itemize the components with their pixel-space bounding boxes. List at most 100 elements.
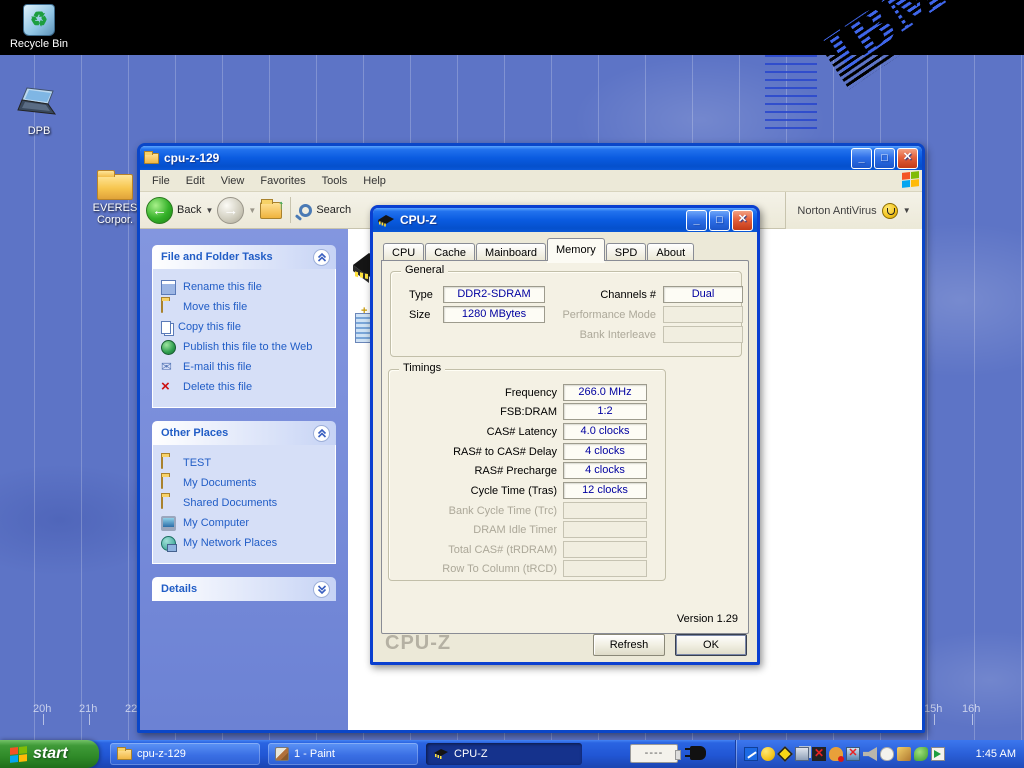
minimize-button[interactable]: _	[686, 210, 707, 231]
place-my-computer[interactable]: My Computer	[161, 513, 331, 533]
dram-idle-value	[563, 521, 647, 538]
chevron-up-icon[interactable]	[313, 425, 330, 442]
task-move-file[interactable]: Move this file	[161, 297, 331, 317]
network-computers-icon[interactable]	[795, 747, 809, 761]
publish-globe-icon	[161, 340, 176, 355]
task-copy-file[interactable]: Copy this file	[161, 317, 331, 337]
hour-tick	[43, 714, 44, 725]
size-value: 1280 MBytes	[443, 306, 545, 323]
back-dropdown-icon[interactable]: ▼	[205, 206, 213, 215]
users-alert-icon[interactable]	[829, 747, 843, 761]
speaker-icon[interactable]	[863, 747, 877, 761]
laptop-icon	[17, 86, 61, 120]
type-value: DDR2-SDRAM	[443, 286, 545, 303]
other-places-panel: Other Places TEST My Documents	[152, 421, 336, 564]
liveupdate-diamond-icon[interactable]	[777, 746, 793, 762]
search-label[interactable]: Search	[316, 204, 351, 216]
windows-logo-icon	[902, 171, 919, 188]
taskbar-clock[interactable]: 1:45 AM	[976, 740, 1016, 768]
taskbar-button-paint[interactable]: 1 - Paint	[268, 743, 418, 765]
file-tasks-panel: File and Folder Tasks Rename this file M…	[152, 245, 336, 408]
taskbar-button-label: 1 - Paint	[294, 748, 335, 760]
maximize-button[interactable]: □	[709, 210, 730, 231]
menu-file[interactable]: File	[144, 173, 178, 189]
chevron-down-icon[interactable]	[313, 581, 330, 598]
task-publish-file[interactable]: Publish this file to the Web	[161, 337, 331, 357]
cpuz-body: CPUCacheMainboardMemorySPDAbout General …	[373, 232, 757, 662]
rename-icon	[161, 280, 176, 295]
task-label: Copy this file	[178, 321, 241, 333]
details-panel: Details	[152, 577, 336, 601]
fsb-dram-label: FSB:DRAM	[389, 406, 557, 418]
place-test[interactable]: TEST	[161, 453, 331, 473]
messenger-zigzag-icon[interactable]	[744, 747, 758, 761]
close-button[interactable]: ✕	[897, 148, 918, 169]
place-shared-documents[interactable]: Shared Documents	[161, 493, 331, 513]
place-label: My Computer	[183, 517, 249, 529]
search-icon[interactable]	[299, 204, 312, 217]
taskbar-button-cpuz[interactable]: CPU-Z	[426, 743, 582, 765]
taskbar-button-explorer[interactable]: cpu-z-129	[110, 743, 260, 765]
muted-grid-icon[interactable]: ✕	[812, 747, 826, 761]
start-button[interactable]: start	[0, 740, 99, 768]
tab-memory[interactable]: Memory	[547, 238, 605, 261]
battery-status[interactable]: ----	[630, 744, 678, 763]
bank-interleave-label: Bank Interleave	[546, 329, 656, 341]
back-button[interactable]: ←	[146, 197, 173, 224]
menu-favorites[interactable]: Favorites	[252, 173, 313, 189]
file-tasks-header[interactable]: File and Folder Tasks	[152, 245, 336, 269]
task-rename-file[interactable]: Rename this file	[161, 277, 331, 297]
norton-toolbar[interactable]: Norton AntiVirus ▼	[785, 192, 922, 229]
power-plug-icon[interactable]	[690, 746, 706, 760]
bank-cycle-label: Bank Cycle Time (Trc)	[389, 505, 557, 517]
ok-button[interactable]: OK	[675, 634, 747, 656]
place-my-documents[interactable]: My Documents	[161, 473, 331, 493]
forward-dropdown-icon[interactable]: ▼	[248, 206, 256, 215]
network-places-icon	[161, 536, 176, 551]
hour-tick	[972, 714, 973, 725]
task-email-file[interactable]: ✉ E-mail this file	[161, 357, 331, 377]
maximize-button[interactable]: □	[874, 148, 895, 169]
explorer-titlebar[interactable]: cpu-z-129 _ □ ✕	[140, 146, 922, 170]
close-button[interactable]: ✕	[732, 210, 753, 231]
folder-icon	[161, 495, 163, 509]
menu-help[interactable]: Help	[355, 173, 394, 189]
back-label[interactable]: Back	[177, 204, 201, 216]
monitor-disconnected-icon[interactable]: ✕	[846, 747, 860, 761]
brush-icon[interactable]	[897, 747, 911, 761]
size-label: Size	[409, 309, 430, 321]
menu-view[interactable]: View	[213, 173, 253, 189]
forward-button[interactable]: →	[217, 197, 244, 224]
explorer-window-title: cpu-z-129	[164, 151, 849, 165]
bank-cycle-value	[563, 502, 647, 519]
menu-tools[interactable]: Tools	[314, 173, 356, 189]
place-label: Shared Documents	[183, 497, 277, 509]
refresh-button[interactable]: Refresh	[593, 634, 665, 656]
place-my-network[interactable]: My Network Places	[161, 533, 331, 553]
ras-precharge-label: RAS# Precharge	[389, 465, 557, 477]
desktop-icon-recycle-bin[interactable]: ♻ Recycle Bin	[6, 4, 72, 50]
folder-icon	[144, 153, 159, 164]
task-delete-file[interactable]: × Delete this file	[161, 377, 331, 397]
other-places-header[interactable]: Other Places	[152, 421, 336, 445]
row-to-column-label: Row To Column (tRCD)	[389, 563, 557, 575]
cpuz-titlebar[interactable]: CPU-Z _ □ ✕	[373, 208, 757, 232]
desktop-icon-dpb[interactable]: DPB	[6, 86, 72, 137]
up-folder-button[interactable]	[260, 202, 282, 219]
chevron-up-icon[interactable]	[313, 249, 330, 266]
cycle-time-value: 12 clocks	[563, 482, 647, 499]
cpuz-tabs: CPUCacheMainboardMemorySPDAbout	[383, 238, 695, 261]
ghost-icon[interactable]	[880, 747, 894, 761]
minimize-button[interactable]: _	[851, 148, 872, 169]
documents-folder-icon	[161, 475, 163, 489]
norton-dropdown-icon[interactable]: ▼	[903, 206, 911, 215]
task-label: Move this file	[183, 301, 247, 313]
recycle-bin-icon: ♻	[23, 4, 55, 36]
details-header[interactable]: Details	[152, 577, 336, 601]
taskbar-button-label: CPU-Z	[454, 748, 488, 760]
menu-edit[interactable]: Edit	[178, 173, 213, 189]
norton-icon[interactable]	[761, 747, 775, 761]
other-places-title: Other Places	[161, 427, 228, 439]
leaf-icon[interactable]	[914, 747, 928, 761]
flag-monitor-icon[interactable]	[931, 747, 945, 761]
